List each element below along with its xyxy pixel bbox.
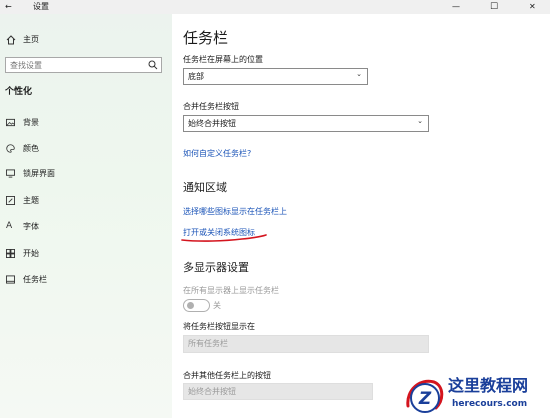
search-input[interactable] <box>5 57 162 73</box>
sidebar-item-background[interactable]: 背景 <box>0 114 172 136</box>
sidebar-item-themes[interactable]: 主题 <box>0 192 172 214</box>
show-all-displays-toggle[interactable] <box>183 299 210 312</box>
image-icon <box>6 118 15 127</box>
toggle-state-text: 关 <box>213 301 221 310</box>
watermark-logo: Z <box>406 379 444 413</box>
select-icons-link[interactable]: 选择哪些图标显示在任务栏上 <box>183 206 287 217</box>
back-arrow-icon[interactable]: ← <box>5 0 12 14</box>
sidebar-item-fonts[interactable]: A 字体 <box>0 218 172 240</box>
notification-area-title: 通知区域 <box>183 181 227 194</box>
combine-other-dropdown[interactable]: 始终合并按钮 <box>183 383 373 400</box>
multi-display-title: 多显示器设置 <box>183 261 249 274</box>
show-buttons-dropdown[interactable]: 所有任务栏 <box>183 335 429 353</box>
dropdown-value: 始终合并按钮 <box>188 387 236 396</box>
taskbar-icon <box>6 275 15 284</box>
sidebar-item-label: 锁屏界面 <box>23 169 55 178</box>
sidebar-item-lockscreen[interactable]: 锁屏界面 <box>0 165 172 187</box>
customize-taskbar-link[interactable]: 如何自定义任务栏? <box>183 148 251 159</box>
sidebar-item-taskbar[interactable]: 任务栏 <box>0 271 172 293</box>
dropdown-value: 所有任务栏 <box>188 339 228 348</box>
chevron-down-icon: ⌄ <box>417 117 423 125</box>
show-all-displays-label: 在所有显示器上显示任务栏 <box>183 286 279 295</box>
sidebar-item-label: 背景 <box>23 118 39 127</box>
sidebar-item-start[interactable]: 开始 <box>0 245 172 267</box>
theme-brush-icon <box>6 196 15 205</box>
combine-buttons-label: 合并任务栏按钮 <box>183 102 239 111</box>
sidebar-item-label: 开始 <box>23 249 39 258</box>
dropdown-value: 底部 <box>188 72 204 81</box>
watermark-logo-letter: Z <box>418 389 432 409</box>
sidebar-item-label: 字体 <box>23 222 39 231</box>
taskbar-position-dropdown[interactable]: 底部 ⌄ <box>183 68 368 85</box>
page-title: 任务栏 <box>183 29 229 47</box>
combine-other-label: 合并其他任务栏上的按钮 <box>183 371 271 380</box>
toggle-knob <box>187 302 194 309</box>
window-title: 设置 <box>33 2 49 11</box>
sidebar-item-label: 主页 <box>23 35 39 44</box>
sidebar: 主页 <box>0 14 172 418</box>
sidebar-section-title: 个性化 <box>5 87 33 97</box>
start-grid-icon <box>6 249 15 258</box>
sidebar-item-label: 主题 <box>23 196 39 205</box>
sidebar-item-label: 任务栏 <box>23 275 47 284</box>
title-bar: ← 设置 — ☐ ✕ <box>0 0 550 14</box>
show-buttons-label: 将任务栏按钮显示在 <box>183 322 255 331</box>
font-icon: A <box>6 221 13 231</box>
home-icon <box>6 35 16 45</box>
minimize-icon[interactable]: — <box>452 0 460 14</box>
watermark-domain: herecours.com <box>452 399 528 409</box>
red-underline-annotation <box>181 234 267 242</box>
chevron-down-icon: ⌄ <box>356 70 362 78</box>
position-label: 任务栏在屏幕上的位置 <box>183 55 263 64</box>
search-icon[interactable] <box>148 60 158 70</box>
dropdown-value: 始终合并按钮 <box>188 119 236 128</box>
palette-icon <box>6 144 15 153</box>
close-icon[interactable]: ✕ <box>529 0 536 14</box>
watermark-site-name: 这里教程网 <box>448 376 529 395</box>
sidebar-item-label: 颜色 <box>23 144 39 153</box>
monitor-lock-icon <box>6 169 15 178</box>
sidebar-item-colors[interactable]: 颜色 <box>0 140 172 162</box>
combine-buttons-dropdown[interactable]: 始终合并按钮 ⌄ <box>183 115 429 132</box>
maximize-icon[interactable]: ☐ <box>490 0 498 14</box>
sidebar-item-home[interactable]: 主页 <box>0 31 172 53</box>
